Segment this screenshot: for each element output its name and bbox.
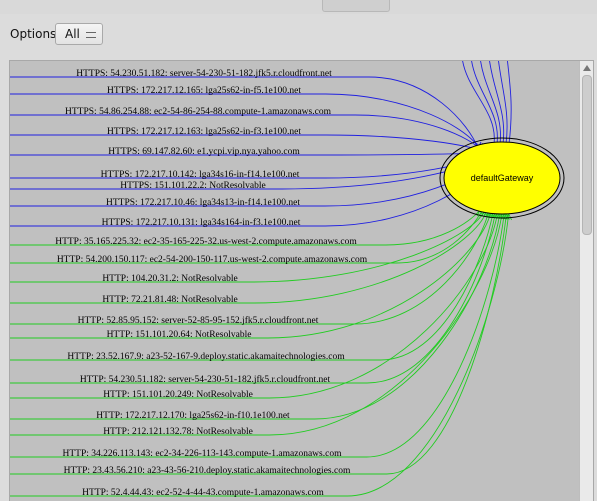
edge-label: HTTPS: 172.217.10.142: lga34s16-in-f14.1… <box>101 169 300 180</box>
vertical-scrollbar[interactable] <box>579 61 593 501</box>
edge-labels-layer: HTTPS: 54.230.51.182: server-54-230-51-1… <box>55 68 368 498</box>
edge-label: HTTP: 23.43.56.210: a23-43-56-210.deploy… <box>64 466 351 476</box>
edge-label: HTTPS: 172.217.10.131: lga34s164-in-f3.1… <box>102 217 301 228</box>
scroll-up-arrow-icon[interactable] <box>580 61 593 74</box>
edge-label: HTTPS: 151.101.22.2: NotResolvable <box>120 181 265 191</box>
https-edge <box>10 157 492 227</box>
edge-label: HTTPS: 172.217.10.46: lga34s13-in-f14.1e… <box>106 197 300 208</box>
edge-label: HTTPS: 54.230.51.182: server-54-230-51-1… <box>76 68 332 79</box>
options-selected-value: All <box>65 27 80 41</box>
graph-canvas[interactable]: HTTPS: 54.230.51.182: server-54-230-51-1… <box>10 61 579 501</box>
edge-label: HTTP: 151.101.20.249: NotResolvable <box>103 390 253 400</box>
edge-label: HTTP: 54.200.150.117: ec2-54-200-150-117… <box>57 255 368 265</box>
node-label: defaultGateway <box>471 173 534 183</box>
default-gateway-node[interactable]: defaultGateway <box>439 137 565 219</box>
graph-view[interactable]: HTTPS: 54.230.51.182: server-54-230-51-1… <box>9 60 594 501</box>
edge-label: HTTP: 34.226.113.143: ec2-34-226-113-143… <box>63 449 343 459</box>
edge-label: HTTP: 104.20.31.2: NotResolvable <box>102 274 237 284</box>
options-label: Options: <box>10 27 61 41</box>
offscreen-https-edge <box>489 61 505 145</box>
scroll-thumb[interactable] <box>582 75 592 235</box>
window-top-bar <box>0 0 597 15</box>
edge-label: HTTP: 212.121.132.78: NotResolvable <box>103 427 253 437</box>
edge-label: HTTP: 35.165.225.32: ec2-35-165-225-32.u… <box>55 237 357 247</box>
edge-label: HTTP: 151.101.20.64: NotResolvable <box>107 330 252 340</box>
edge-label: HTTP: 172.217.12.170: lga25s62-in-f10.1e… <box>96 410 290 421</box>
edge-label: HTTP: 52.4.44.43: ec2-52-4-44-43.compute… <box>82 488 324 498</box>
top-tab-stub[interactable] <box>322 0 390 12</box>
options-dropdown[interactable]: All <box>55 23 103 45</box>
options-toolbar: Options: All <box>0 14 597 54</box>
edge-label: HTTP: 52.85.95.152: server-52-85-95-152.… <box>78 315 319 326</box>
combo-arrows-icon <box>86 32 96 38</box>
offscreen-https-edge <box>462 61 495 145</box>
edge-label: HTTPS: 172.217.12.163: lga25s62-in-f3.1e… <box>107 126 301 137</box>
offscreen-https-edge <box>507 61 512 145</box>
edge-label: HTTP: 72.21.81.48: NotResolvable <box>102 295 237 305</box>
edge-label: HTTPS: 69.147.82.60: e1.ycpi.vip.nya.yah… <box>108 147 300 157</box>
edge-label: HTTP: 23.52.167.9: a23-52-167-9.deploy.s… <box>67 352 345 362</box>
edge-label: HTTP: 54.230.51.182: server-54-230-51-18… <box>80 374 331 385</box>
edge-label: HTTPS: 54.86.254.88: ec2-54-86-254-88.co… <box>65 107 332 117</box>
edge-label: HTTPS: 172.217.12.165: lga25s62-in-f5.1e… <box>107 85 301 96</box>
https-edge <box>10 93 480 150</box>
